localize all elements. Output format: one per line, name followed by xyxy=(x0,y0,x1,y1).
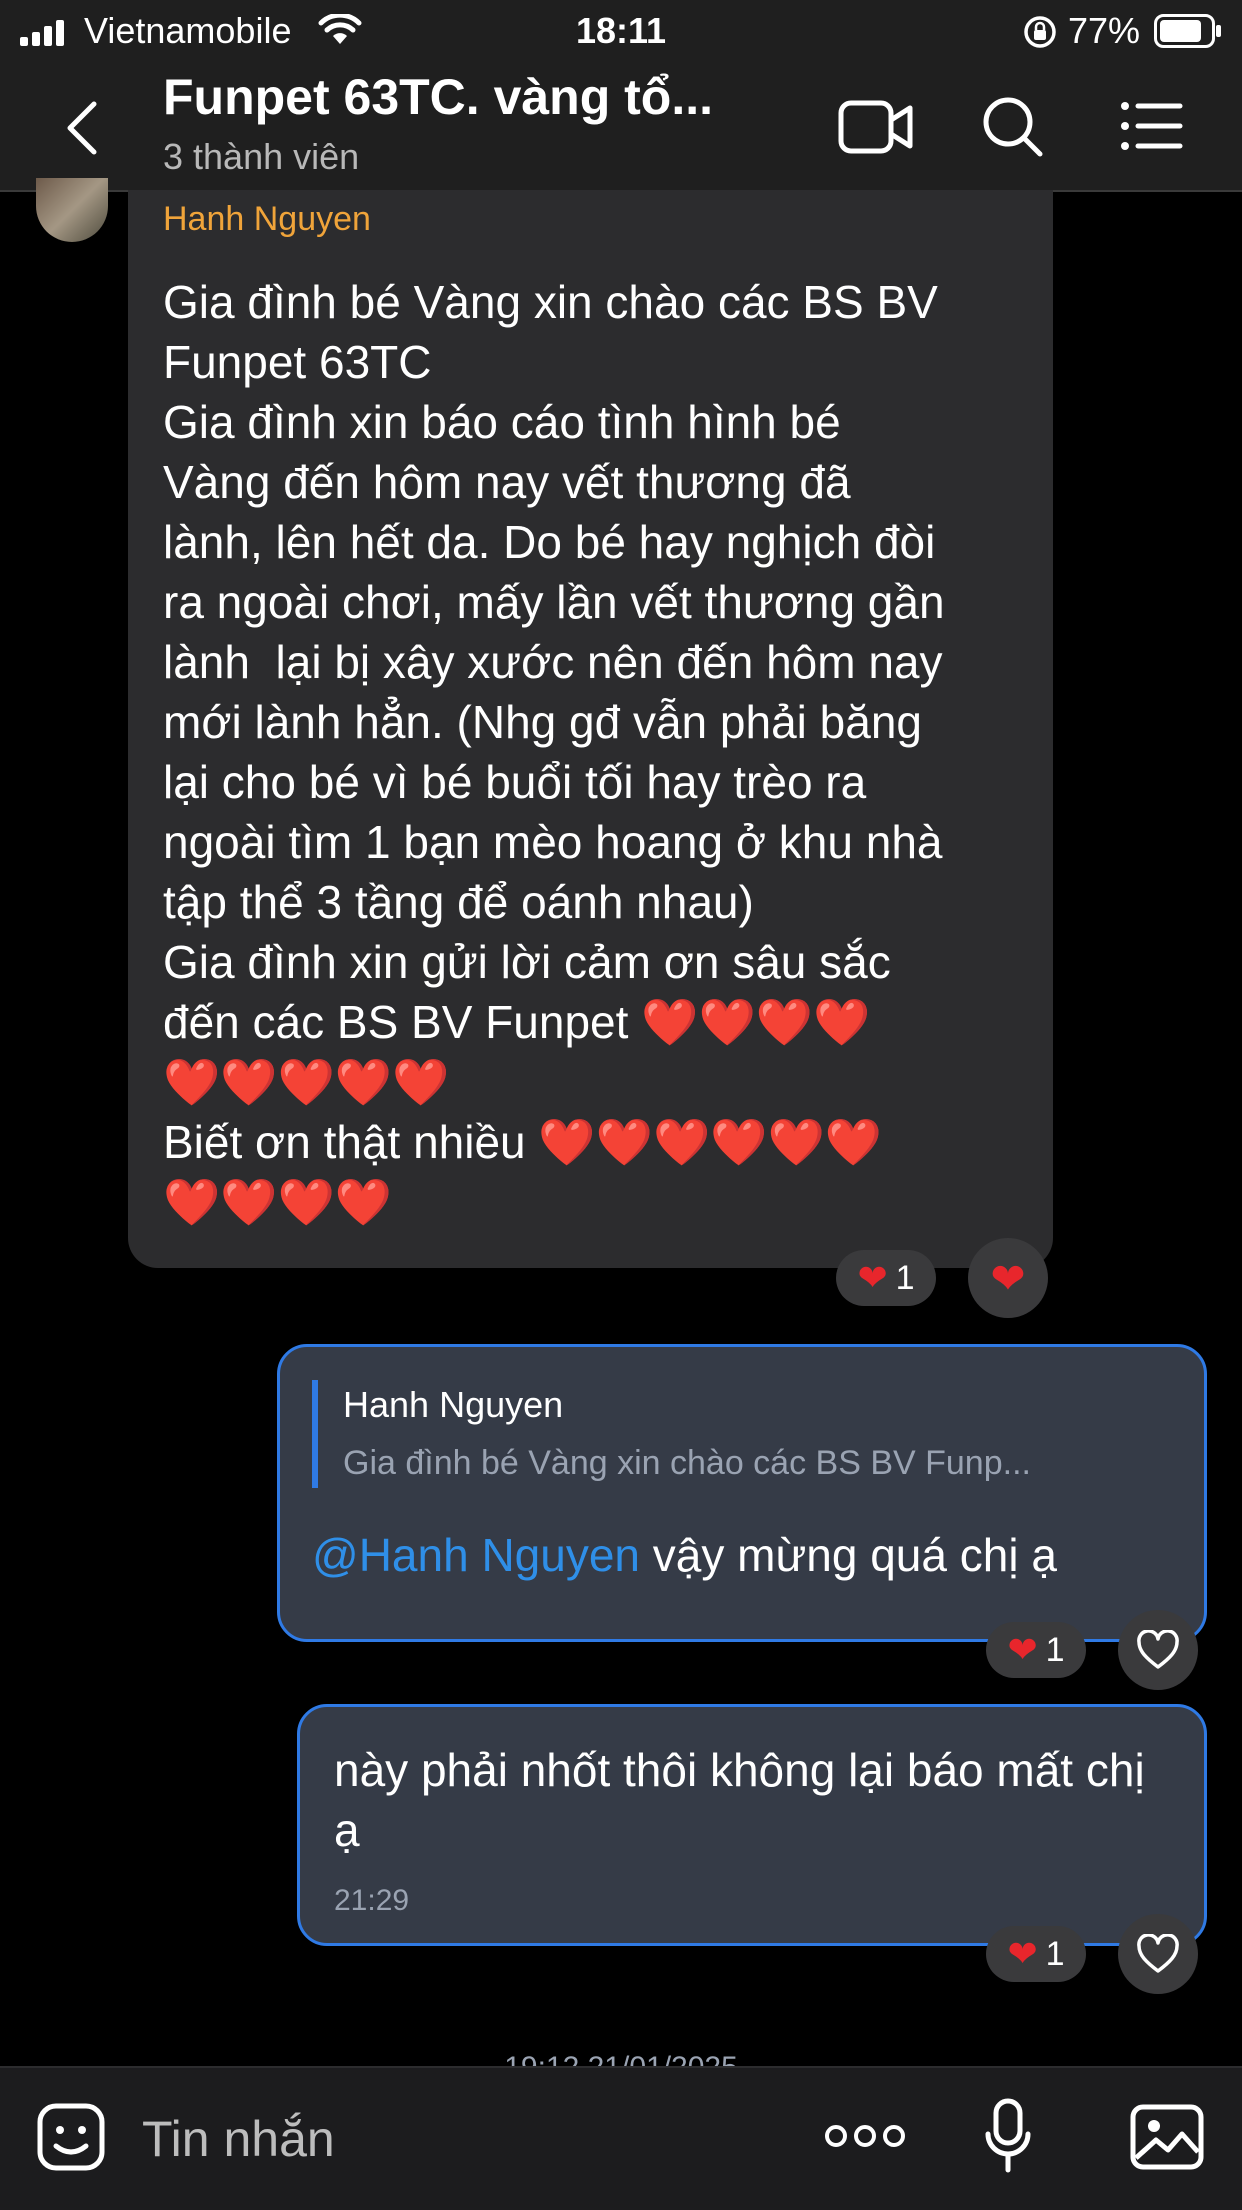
reaction-count: 1 xyxy=(1045,1934,1065,1973)
reaction-count: 1 xyxy=(895,1258,915,1297)
video-call-icon[interactable] xyxy=(838,98,914,156)
quote-text[interactable]: Gia đình bé Vàng xin chào các BS BV Funp… xyxy=(343,1444,1031,1483)
heart-outline-icon xyxy=(1137,1934,1179,1973)
sticker-icon[interactable] xyxy=(36,2102,106,2172)
search-icon[interactable] xyxy=(980,94,1046,160)
incoming-message-text: Gia đình bé Vàng xin chào các BS BV Funp… xyxy=(163,276,945,1228)
reply-text: vậy mừng quá chị ạ xyxy=(640,1529,1057,1581)
heart-outline-icon xyxy=(1137,1630,1179,1669)
rotation-lock-icon xyxy=(1022,14,1058,50)
avatar[interactable] xyxy=(36,178,108,242)
menu-icon[interactable] xyxy=(1120,100,1184,152)
image-picker-icon[interactable] xyxy=(1130,2104,1204,2170)
react-button[interactable]: ❤ xyxy=(968,1238,1048,1318)
reaction-count-pill[interactable]: ❤ 1 xyxy=(986,1622,1086,1678)
reaction-count-pill[interactable]: ❤ 1 xyxy=(836,1250,936,1306)
back-icon[interactable] xyxy=(62,98,102,158)
sender-name[interactable]: Hanh Nguyen xyxy=(163,200,371,239)
react-button[interactable] xyxy=(1118,1610,1198,1690)
reaction-count: 1 xyxy=(1045,1630,1065,1669)
quote-bar xyxy=(312,1380,318,1488)
member-count[interactable]: 3 thành viên xyxy=(163,136,359,178)
react-button[interactable] xyxy=(1118,1914,1198,1994)
reply-message-text: @Hanh Nguyen vậy mừng quá chị ạ xyxy=(312,1525,1057,1585)
heart-icon: ❤ xyxy=(1007,1933,1038,1974)
quote-sender-name: Hanh Nguyen xyxy=(343,1384,564,1425)
microphone-icon[interactable] xyxy=(984,2098,1032,2174)
chat-title[interactable]: Funpet 63TC. vàng tổ... xyxy=(163,68,713,126)
outgoing-message-text: này phải nhốt thôi không lại báo mất chị… xyxy=(334,1744,1145,1856)
heart-filled-icon: ❤ xyxy=(990,1254,1026,1302)
message-time: 21:29 xyxy=(334,1884,410,1917)
reaction-count-pill[interactable]: ❤ 1 xyxy=(986,1926,1086,1982)
battery-percent: 77% xyxy=(1068,10,1141,51)
message-input[interactable]: Tin nhắn xyxy=(142,2110,335,2168)
more-options-icon[interactable] xyxy=(824,2124,906,2148)
mention-link[interactable]: @Hanh Nguyen xyxy=(312,1529,640,1581)
battery-icon xyxy=(1154,14,1222,48)
heart-icon: ❤ xyxy=(857,1257,888,1298)
heart-icon: ❤ xyxy=(1007,1629,1038,1670)
